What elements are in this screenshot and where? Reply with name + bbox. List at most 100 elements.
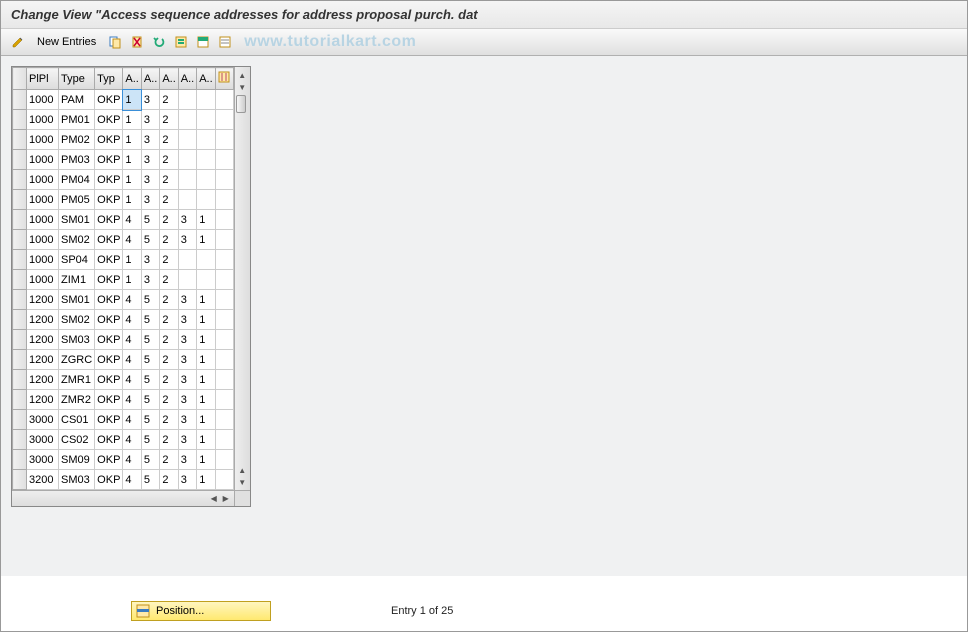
table-cell[interactable]: SM02 bbox=[59, 310, 95, 330]
table-cell[interactable] bbox=[197, 250, 215, 270]
table-cell[interactable]: 3 bbox=[141, 170, 159, 190]
table-cell[interactable]: 1 bbox=[197, 330, 215, 350]
table-cell[interactable]: 1000 bbox=[27, 90, 59, 110]
table-cell[interactable]: 4 bbox=[123, 370, 141, 390]
table-cell[interactable]: 1000 bbox=[27, 210, 59, 230]
table-row[interactable]: 1200ZGRCOKP45231 bbox=[13, 350, 234, 370]
table-cell[interactable]: 4 bbox=[123, 210, 141, 230]
table-cell[interactable]: 3200 bbox=[27, 470, 59, 490]
delete-icon[interactable] bbox=[128, 33, 146, 51]
table-cell[interactable]: 3 bbox=[178, 290, 196, 310]
table-cell[interactable]: SM01 bbox=[59, 210, 95, 230]
toggle-change-icon[interactable] bbox=[9, 33, 27, 51]
table-row[interactable]: 1000PM05OKP132 bbox=[13, 190, 234, 210]
table-row[interactable]: 1200SM02OKP45231 bbox=[13, 310, 234, 330]
table-row[interactable]: 1000PM01OKP132 bbox=[13, 110, 234, 130]
copy-icon[interactable] bbox=[106, 33, 124, 51]
table-cell[interactable]: 1000 bbox=[27, 190, 59, 210]
table-cell[interactable]: SP04 bbox=[59, 250, 95, 270]
horizontal-scrollbar[interactable]: ◀ ▶ bbox=[12, 490, 234, 506]
scroll-up-icon[interactable]: ▲ bbox=[236, 69, 248, 81]
row-selector[interactable] bbox=[13, 370, 27, 390]
position-button[interactable]: Position... bbox=[131, 601, 271, 621]
table-cell[interactable]: OKP bbox=[95, 450, 123, 470]
table-cell[interactable]: 5 bbox=[141, 450, 159, 470]
table-cell[interactable] bbox=[178, 190, 196, 210]
table-cell[interactable]: 3 bbox=[141, 270, 159, 290]
table-cell[interactable]: OKP bbox=[95, 470, 123, 490]
table-cell[interactable]: 5 bbox=[141, 350, 159, 370]
vertical-scrollbar[interactable]: ▲ ▼ ▲ ▼ bbox=[234, 67, 250, 490]
table-cell[interactable]: 5 bbox=[141, 390, 159, 410]
row-selector[interactable] bbox=[13, 270, 27, 290]
table-cell[interactable]: 1 bbox=[123, 190, 141, 210]
table-cell[interactable] bbox=[178, 110, 196, 130]
table-cell[interactable]: ZGRC bbox=[59, 350, 95, 370]
table-cell[interactable]: PM01 bbox=[59, 110, 95, 130]
table-cell[interactable]: 3 bbox=[178, 330, 196, 350]
table-cell[interactable]: 2 bbox=[160, 130, 178, 150]
table-cell[interactable]: 1 bbox=[197, 310, 215, 330]
table-cell[interactable]: 1 bbox=[123, 130, 141, 150]
table-cell[interactable]: PAM bbox=[59, 90, 95, 110]
scroll-left-icon[interactable]: ◀ bbox=[208, 493, 220, 505]
table-cell[interactable]: 5 bbox=[141, 210, 159, 230]
row-selector[interactable] bbox=[13, 290, 27, 310]
table-cell[interactable]: SM02 bbox=[59, 230, 95, 250]
col-header[interactable]: A.. bbox=[141, 68, 159, 90]
table-row[interactable]: 1200SM03OKP45231 bbox=[13, 330, 234, 350]
table-cell[interactable]: 3 bbox=[178, 370, 196, 390]
table-cell[interactable] bbox=[178, 130, 196, 150]
table-cell[interactable]: 4 bbox=[123, 390, 141, 410]
table-cell[interactable]: OKP bbox=[95, 290, 123, 310]
table-cell[interactable] bbox=[197, 90, 215, 110]
col-header[interactable]: A.. bbox=[123, 68, 141, 90]
row-selector[interactable] bbox=[13, 90, 27, 110]
table-cell[interactable]: 3 bbox=[178, 410, 196, 430]
table-cell[interactable]: 1200 bbox=[27, 390, 59, 410]
table-cell[interactable]: OKP bbox=[95, 230, 123, 250]
table-cell[interactable] bbox=[178, 270, 196, 290]
table-cell[interactable]: 1000 bbox=[27, 270, 59, 290]
table-cell[interactable]: 1200 bbox=[27, 290, 59, 310]
table-cell[interactable]: 1 bbox=[123, 270, 141, 290]
table-cell[interactable]: 2 bbox=[160, 210, 178, 230]
table-cell[interactable]: 1 bbox=[197, 390, 215, 410]
table-cell[interactable]: OKP bbox=[95, 390, 123, 410]
table-cell[interactable]: 4 bbox=[123, 410, 141, 430]
table-row[interactable]: 1200SM01OKP45231 bbox=[13, 290, 234, 310]
table-cell[interactable]: 5 bbox=[141, 430, 159, 450]
table-cell[interactable]: 2 bbox=[160, 190, 178, 210]
table-cell[interactable]: 5 bbox=[141, 410, 159, 430]
table-cell[interactable]: OKP bbox=[95, 150, 123, 170]
table-cell[interactable]: 2 bbox=[160, 470, 178, 490]
table-cell[interactable] bbox=[178, 90, 196, 110]
table-cell[interactable]: 3 bbox=[178, 350, 196, 370]
table-cell[interactable]: CS02 bbox=[59, 430, 95, 450]
table-cell[interactable]: 3 bbox=[178, 470, 196, 490]
table-cell[interactable]: 2 bbox=[160, 350, 178, 370]
data-table[interactable]: PlPl Type Typ A.. A.. A.. A.. A.. 1000PA… bbox=[12, 67, 234, 490]
select-all-icon[interactable] bbox=[172, 33, 190, 51]
table-row[interactable]: 1000SP04OKP132 bbox=[13, 250, 234, 270]
table-cell[interactable]: OKP bbox=[95, 250, 123, 270]
table-cell[interactable]: 1 bbox=[123, 250, 141, 270]
row-selector[interactable] bbox=[13, 450, 27, 470]
scroll-up-icon[interactable]: ▲ bbox=[236, 464, 248, 476]
table-cell[interactable] bbox=[197, 110, 215, 130]
table-cell[interactable]: PM04 bbox=[59, 170, 95, 190]
table-cell[interactable]: 1 bbox=[123, 150, 141, 170]
table-cell[interactable] bbox=[197, 150, 215, 170]
table-row[interactable]: 1000PM04OKP132 bbox=[13, 170, 234, 190]
table-cell[interactable]: SM03 bbox=[59, 470, 95, 490]
table-cell[interactable]: 5 bbox=[141, 330, 159, 350]
scroll-down-icon[interactable]: ▼ bbox=[236, 81, 248, 93]
table-cell[interactable]: OKP bbox=[95, 430, 123, 450]
table-row[interactable]: 3000CS02OKP45231 bbox=[13, 430, 234, 450]
table-row[interactable]: 3000SM09OKP45231 bbox=[13, 450, 234, 470]
table-cell[interactable]: 1000 bbox=[27, 150, 59, 170]
table-row[interactable]: 1000PAMOKP132 bbox=[13, 90, 234, 110]
table-cell[interactable]: 1 bbox=[197, 410, 215, 430]
row-selector[interactable] bbox=[13, 310, 27, 330]
table-cell[interactable]: 3000 bbox=[27, 410, 59, 430]
